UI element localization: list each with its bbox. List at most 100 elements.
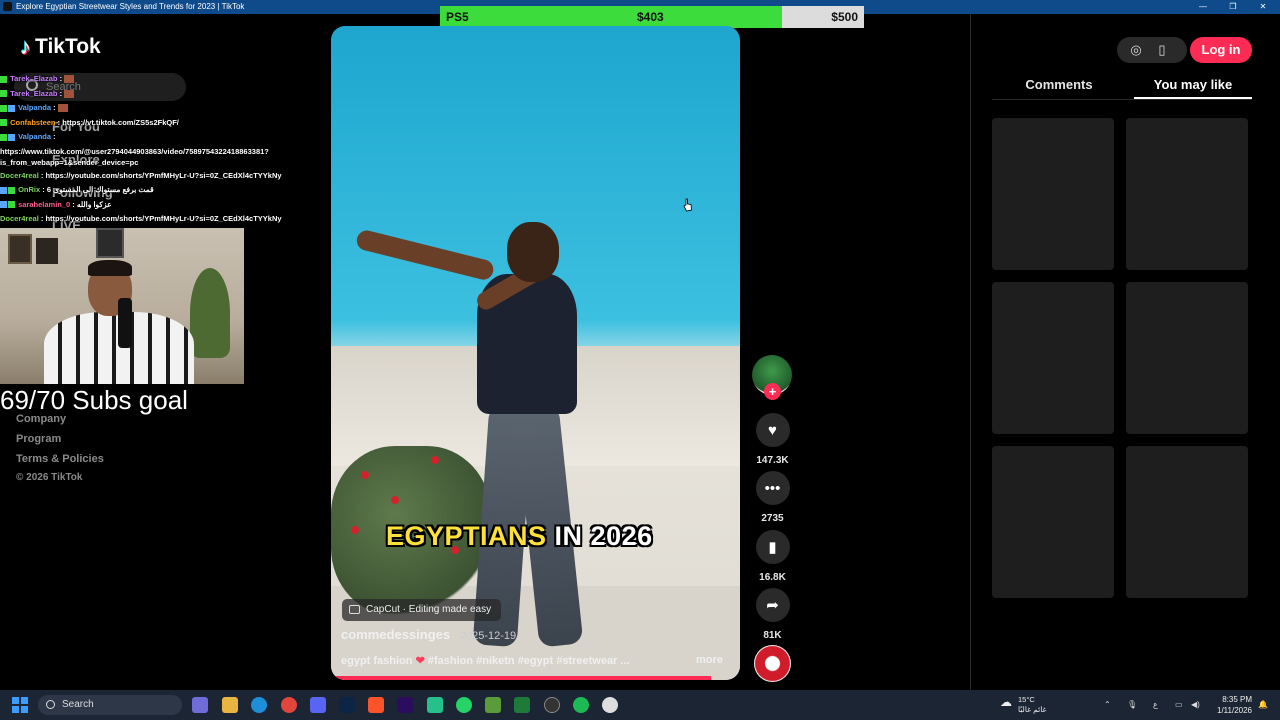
excel-icon[interactable] <box>514 697 530 713</box>
chat-line: Tarek_Elazab : <box>0 87 300 102</box>
flower <box>431 456 439 464</box>
caption-part1: EGYPTIANS <box>386 521 547 551</box>
windows-start-icon[interactable] <box>12 697 28 713</box>
volume-icon[interactable]: ◀) <box>1191 690 1200 720</box>
spotify-icon[interactable] <box>573 697 589 713</box>
heart-emoji-icon: ❤ <box>415 655 425 667</box>
tiktok-logo[interactable]: ♪ TikTok <box>20 34 101 60</box>
chat-user: OnRix <box>18 185 41 194</box>
tiktok-note-icon: ♪ <box>20 34 31 59</box>
plant <box>190 268 230 358</box>
mobile-icon[interactable]: ▯ <box>1150 38 1174 62</box>
edge-icon[interactable] <box>251 697 267 713</box>
capcut-icon <box>349 605 360 614</box>
mod-badge-icon <box>0 201 7 209</box>
chat-message: عزكوا والله <box>76 199 112 209</box>
capcut-label: CapCut · Editing made easy <box>366 604 492 615</box>
suggested-video-placeholder[interactable] <box>1126 446 1248 598</box>
chat-message: https://vt.tiktok.com/ZS5s2FkQF/ <box>62 117 179 127</box>
footer-company[interactable]: Company <box>16 413 66 425</box>
discord-icon[interactable] <box>310 697 326 713</box>
suggested-video-placeholder[interactable] <box>992 282 1114 434</box>
photoshop-icon[interactable] <box>339 697 355 713</box>
language-indicator[interactable]: ع <box>1153 690 1158 720</box>
heart-icon[interactable]: ♥ <box>755 413 790 447</box>
video-progress-bar[interactable] <box>331 676 712 680</box>
comment-action[interactable]: ••• 2735 <box>752 471 793 524</box>
suggested-video-placeholder[interactable] <box>1126 118 1248 270</box>
video-caption: EGYPTIANS IN 2026 <box>386 521 653 552</box>
taskbar-search[interactable]: Search <box>38 695 182 715</box>
network-icon[interactable]: ▭ <box>1175 690 1183 720</box>
search-icon <box>46 700 55 709</box>
file-explorer-icon[interactable] <box>222 697 238 713</box>
footer-copyright: © 2026 TikTok <box>16 472 83 483</box>
tab-you-may-like[interactable]: You may like <box>1134 77 1252 92</box>
dancer-head <box>507 222 559 282</box>
minecraft-icon[interactable] <box>485 697 501 713</box>
emote-icon <box>64 75 75 84</box>
chat-user: Confabsteen <box>10 117 56 127</box>
mic-icon[interactable]: 🎙 <box>1127 690 1137 720</box>
premiere-icon[interactable] <box>397 697 413 713</box>
tab-comments[interactable]: Comments <box>1000 77 1118 92</box>
chat-line: Valpanda : <box>0 130 300 145</box>
brave-icon[interactable] <box>368 697 384 713</box>
notification-icon[interactable]: 🔔 <box>1258 690 1268 720</box>
chat-user: Valpanda <box>18 132 52 141</box>
windows-taskbar: Search ☁ 15°C غائم غالبًا ⌃ 🎙 ع ▭ ◀) 8:3… <box>0 690 1280 720</box>
chat-message: https://youtube.com/shorts/YPmfMHyLr-U?s… <box>45 214 282 223</box>
weather-widget[interactable]: ☁ 15°C غائم غالبًا <box>1000 695 1046 715</box>
restore-button[interactable]: ❐ <box>1218 0 1248 14</box>
taskbar-search-label: Search <box>62 699 94 710</box>
clock-date: 1/11/2026 <box>1217 706 1252 715</box>
music-disc-icon[interactable] <box>754 645 791 682</box>
chat-user: Valpanda <box>18 103 52 112</box>
suggested-video-placeholder[interactable] <box>992 446 1114 598</box>
teams-icon[interactable] <box>192 697 208 713</box>
video-author[interactable]: commedessinges · 2025-12-19 <box>341 627 516 642</box>
bookmark-icon[interactable]: ▮ <box>755 530 790 564</box>
app-icon[interactable] <box>427 697 443 713</box>
comment-icon[interactable]: ••• <box>755 471 790 505</box>
emote-icon <box>64 89 75 98</box>
description-start: egypt fashion <box>341 655 416 667</box>
mod-badge-icon <box>8 133 15 141</box>
footer-program[interactable]: Program <box>16 433 61 445</box>
chat-line: Valpanda : <box>0 101 300 116</box>
clock-time: 8:35 PM <box>1222 695 1252 704</box>
share-count: 81K <box>763 630 782 641</box>
suggested-video-placeholder[interactable] <box>1126 282 1248 434</box>
obs-icon[interactable] <box>544 697 560 713</box>
streamer-hair <box>88 260 132 276</box>
mod-badge-icon <box>8 104 15 112</box>
compass-icon[interactable]: ◎ <box>1124 38 1148 62</box>
video-player[interactable]: EGYPTIANS IN 2026 CapCut · Editing made … <box>331 26 740 680</box>
like-action[interactable]: ♥ 147.3K <box>752 413 793 466</box>
share-icon[interactable]: ➦ <box>755 588 790 622</box>
capcut-badge[interactable]: CapCut · Editing made easy <box>342 599 502 621</box>
caption-part2: IN 2026 <box>554 521 653 551</box>
app-icon[interactable] <box>602 697 618 713</box>
panel-divider <box>970 14 971 690</box>
save-action[interactable]: ▮ 16.8K <box>752 530 793 583</box>
description-rest: #fashion #niketn #egypt #streetwear ... <box>424 655 630 667</box>
chevron-up-icon[interactable]: ⌃ <box>1104 690 1111 720</box>
share-action[interactable]: ➦ 81K <box>752 588 793 641</box>
chrome-icon[interactable] <box>281 697 297 713</box>
comment-count: 2735 <box>761 513 784 524</box>
whatsapp-icon[interactable] <box>456 697 472 713</box>
donation-goal-label: PS5 <box>446 10 469 24</box>
chat-user: Docer4real <box>0 214 39 223</box>
dancer-arm <box>354 228 496 282</box>
close-button[interactable]: ✕ <box>1248 0 1278 14</box>
more-button[interactable]: more <box>696 654 723 666</box>
minimize-button[interactable]: — <box>1188 0 1218 14</box>
system-clock[interactable]: 8:35 PM 1/11/2026 <box>1210 694 1252 716</box>
suggested-video-placeholder[interactable] <box>992 118 1114 270</box>
save-count: 16.8K <box>759 572 786 583</box>
chat-user: Docer4real <box>0 170 39 180</box>
login-button[interactable]: Log in <box>1190 37 1252 63</box>
follow-button[interactable]: + <box>764 383 781 400</box>
footer-terms[interactable]: Terms & Policies <box>16 453 104 465</box>
